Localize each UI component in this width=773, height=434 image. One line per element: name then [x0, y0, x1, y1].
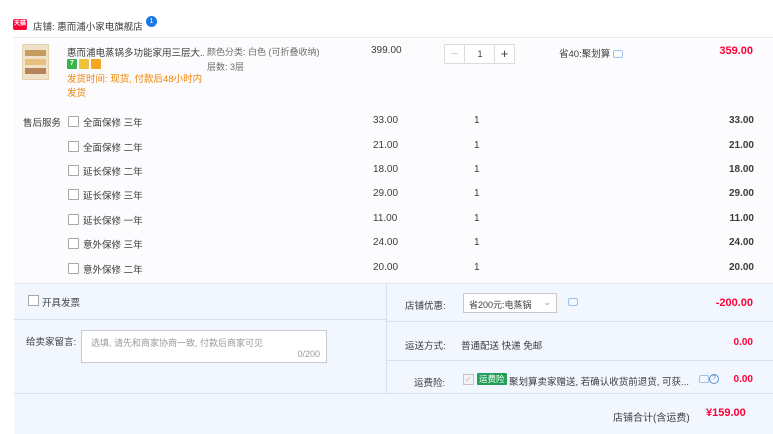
quantity-stepper: − 1 + [444, 44, 515, 64]
service-total: 33.00 [728, 115, 754, 126]
promotion-label: 省40:聚划算 [559, 49, 611, 60]
service-row: 延长保修 二年 18.00 1 18.00 [68, 164, 758, 178]
product-thumbnail[interactable] [22, 44, 49, 80]
service-total: 21.00 [728, 140, 754, 151]
shipping-insurance-tag: 运费险 [477, 373, 507, 385]
service-name: 延长保修 一年 [83, 216, 143, 227]
service-price: 11.00 [373, 213, 398, 224]
service-price: 20.00 [373, 262, 399, 273]
product-title-link[interactable]: 惠而浦电蒸锅多功能家用三层大... [67, 45, 204, 59]
service-row: 延长保修 一年 11.00 1 11.00 [68, 213, 758, 227]
service-name: 延长保修 三年 [83, 191, 143, 202]
service-checkbox[interactable] [68, 238, 79, 249]
service-price: 24.00 [373, 237, 399, 248]
service-row: 延长保修 三年 29.00 1 29.00 [68, 188, 758, 202]
service-price: 29.00 [373, 188, 399, 199]
shipping-insurance-text: 聚划算卖家赠送, 若确认收货前退货, 可获... [509, 377, 689, 388]
quantity-decrease-button[interactable]: − [445, 45, 465, 63]
shipping-insurance-checkbox: ✓ [463, 374, 474, 385]
shop-total-amount: ¥159.00 [706, 407, 746, 419]
service-total: 18.00 [728, 164, 754, 175]
tmall-badge: 天猫 [13, 19, 27, 30]
quantity-increase-button[interactable]: + [494, 45, 514, 63]
coupon-amount: -200.00 [715, 297, 753, 309]
seller-note-counter: 0/200 [297, 349, 320, 359]
wangwang-chat-icon[interactable]: 1 [146, 16, 157, 27]
coupon-message-icon[interactable] [568, 297, 578, 308]
divider [14, 319, 386, 320]
credit-card-icon[interactable] [91, 59, 101, 69]
seven-day-return-icon[interactable]: 7 [67, 59, 77, 69]
service-total: 24.00 [728, 237, 754, 248]
service-total: 11.00 [729, 213, 754, 224]
service-qty: 1 [474, 237, 480, 248]
invoice-label[interactable]: 开具发票 [42, 295, 80, 309]
guarantee-icon[interactable] [79, 59, 89, 69]
divider [386, 321, 773, 322]
shop-total-label: 店铺合计(含运费) [613, 413, 690, 424]
service-row: 全面保修 二年 21.00 1 21.00 [68, 140, 758, 154]
item-subtotal: 359.00 [719, 45, 753, 57]
chevron-down-icon: ⌄ [543, 297, 551, 307]
service-qty: 1 [474, 140, 480, 151]
invoice-checkbox[interactable] [28, 295, 39, 306]
service-checkbox[interactable] [68, 189, 79, 200]
service-price: 21.00 [373, 140, 399, 151]
service-checkbox[interactable] [68, 116, 79, 127]
service-name: 延长保修 二年 [83, 167, 143, 178]
service-row: 意外保修 三年 24.00 1 24.00 [68, 237, 758, 251]
message-icon[interactable] [613, 50, 624, 59]
service-checkbox[interactable] [68, 263, 79, 274]
shop-coupon-select[interactable]: 省200元:电蒸锅 ⌄ [463, 293, 557, 313]
service-row: 全面保修 三年 33.00 1 33.00 [68, 115, 758, 129]
divider [386, 360, 773, 361]
shipping-note: 发货时间: 现货, 付款后48小时内发货 [67, 74, 203, 99]
divider [386, 284, 387, 393]
shipping-insurance-label: 运费险: [414, 378, 446, 389]
service-qty: 1 [474, 213, 480, 224]
service-badges: 7 [67, 59, 103, 70]
service-total: 29.00 [728, 188, 754, 199]
service-name: 意外保修 二年 [83, 265, 143, 276]
shipping-insurance-amount: 0.00 [733, 374, 753, 385]
service-price: 33.00 [373, 115, 399, 126]
sku-color: 颜色分类: 白色 (可折叠收纳) [207, 47, 320, 57]
seller-note-placeholder: 选填, 请先和商家协商一致, 付款后商家可见 [91, 338, 264, 348]
service-qty: 1 [474, 115, 480, 126]
service-checkbox[interactable] [68, 214, 79, 225]
shipping-method-value: 普通配送 快递 免邮 [461, 341, 543, 352]
shop-name-link[interactable]: 店铺: 惠而浦小家电旗舰店 [33, 19, 143, 33]
service-name: 全面保修 三年 [83, 118, 143, 129]
sku-layers: 层数: 3层 [207, 62, 245, 72]
divider [14, 393, 773, 394]
service-name: 全面保修 二年 [83, 143, 143, 154]
shop-coupon-value: 省200元:电蒸锅 [469, 300, 532, 310]
sku-info: 颜色分类: 白色 (可折叠收纳) 层数: 3层 [207, 45, 320, 75]
services-title: 售后服务 [23, 118, 62, 129]
service-row: 意外保修 二年 20.00 1 20.00 [68, 262, 758, 276]
shipping-amount: 0.00 [733, 337, 753, 348]
service-total: 20.00 [728, 262, 754, 273]
service-name: 意外保修 三年 [83, 240, 143, 251]
service-qty: 1 [474, 262, 480, 273]
promotion-info: 省40:聚划算 [559, 46, 624, 60]
shipping-method-label: 运送方式: [405, 341, 446, 352]
quantity-input[interactable]: 1 [466, 45, 494, 63]
service-checkbox[interactable] [68, 165, 79, 176]
service-qty: 1 [474, 164, 480, 175]
service-qty: 1 [474, 188, 480, 199]
service-checkbox[interactable] [68, 141, 79, 152]
seller-note-label: 给卖家留言: [26, 337, 77, 348]
service-price: 18.00 [373, 164, 399, 175]
shop-coupon-label: 店铺优惠: [405, 301, 446, 312]
unit-price: 399.00 [371, 45, 402, 56]
seller-note-textarea[interactable]: 选填, 请先和商家协商一致, 付款后商家可见 0/200 [81, 330, 327, 363]
